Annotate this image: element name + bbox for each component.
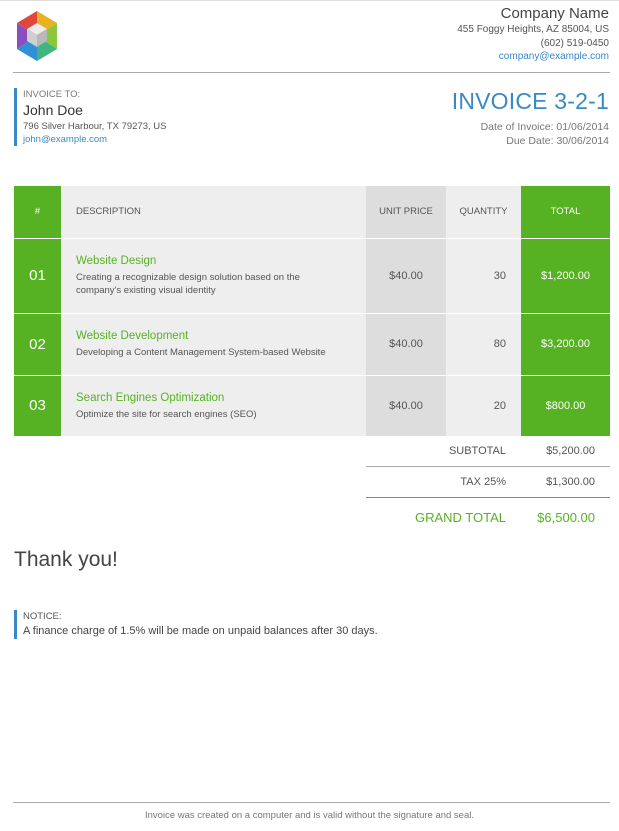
row-description: Website Development Developing a Content… xyxy=(61,312,366,375)
row-total: $1,200.00 xyxy=(521,237,610,313)
tax-row: TAX 25% $1,300.00 xyxy=(366,467,610,498)
thank-you-heading: Thank you! xyxy=(14,548,118,571)
tax-value: $1,300.00 xyxy=(546,476,595,488)
items-table: # DESCRIPTION UNIT PRICE QUANTITY TOTAL … xyxy=(14,186,610,436)
invoice-info: INVOICE 3-2-1 Date of Invoice: 01/06/201… xyxy=(452,86,609,148)
footer-divider xyxy=(13,802,610,803)
tax-label: TAX 25% xyxy=(460,476,506,488)
footer-note: Invoice was created on a computer and is… xyxy=(145,810,474,821)
client-email-link[interactable]: john@example.com xyxy=(23,133,166,146)
invoice-to-label: INVOICE TO: xyxy=(23,89,81,100)
row-number: 03 xyxy=(14,374,61,436)
item-title: Search Engines Optimization xyxy=(76,391,225,404)
invoice-due-date: Due Date: 30/06/2014 xyxy=(506,135,609,147)
company-phone: (602) 519-0450 xyxy=(540,37,609,49)
company-info: Company Name 455 Foggy Heights, AZ 85004… xyxy=(457,4,609,64)
grand-total-value: $6,500.00 xyxy=(537,510,595,525)
header-quantity: QUANTITY xyxy=(446,186,521,238)
notice-label: NOTICE: xyxy=(23,611,62,622)
row-number: 02 xyxy=(14,312,61,375)
header-description: DESCRIPTION xyxy=(61,186,366,238)
item-title: Website Design xyxy=(76,255,157,267)
company-email-link[interactable]: company@example.com xyxy=(457,50,609,64)
row-number: 01 xyxy=(14,237,61,313)
client-name: John Doe xyxy=(23,102,83,118)
header-unit-price: UNIT PRICE xyxy=(366,186,446,238)
row-unit-price: $40.00 xyxy=(366,312,446,375)
row-description: Website Design Creating a recognizable d… xyxy=(61,237,366,313)
header-total: TOTAL xyxy=(521,186,610,238)
item-title: Website Development xyxy=(76,330,189,342)
notice-text: A finance charge of 1.5% will be made on… xyxy=(23,625,378,637)
grand-total-row: GRAND TOTAL $6,500.00 xyxy=(366,498,610,534)
row-unit-price: $40.00 xyxy=(366,374,446,436)
top-border xyxy=(0,0,619,1)
invoice-id: INVOICE 3-2-1 xyxy=(451,88,609,114)
subtotal-row: SUBTOTAL $5,200.00 xyxy=(366,436,610,467)
notice-block: NOTICE: A finance charge of 1.5% will be… xyxy=(14,610,378,639)
subtotal-label: SUBTOTAL xyxy=(448,445,506,457)
header-divider xyxy=(13,72,610,73)
totals-block: SUBTOTAL $5,200.00 TAX 25% $1,300.00 GRA… xyxy=(366,436,610,534)
invoice-date: Date of Invoice: 01/06/2014 xyxy=(480,121,609,133)
header-no: # xyxy=(14,186,61,238)
item-description: Optimize the site for search engines (SE… xyxy=(76,408,257,420)
table-row: 01 Website Design Creating a recognizabl… xyxy=(14,237,610,313)
company-name: Company Name xyxy=(500,5,609,22)
table-row: 03 Search Engines Optimization Optimize … xyxy=(14,374,610,436)
client-address: 796 Silver Harbour, TX 79273, US xyxy=(23,121,167,132)
subtotal-value: $5,200.00 xyxy=(546,445,595,457)
row-description: Search Engines Optimization Optimize the… xyxy=(61,374,366,436)
invoice-to-block: INVOICE TO: John Doe 796 Silver Harbour,… xyxy=(14,88,166,146)
item-description: Developing a Content Management System-b… xyxy=(76,347,326,358)
table-row: 02 Website Development Developing a Cont… xyxy=(14,312,610,375)
row-unit-price: $40.00 xyxy=(366,237,446,313)
hexagon-cube-logo-icon xyxy=(17,11,57,61)
table-header-row: # DESCRIPTION UNIT PRICE QUANTITY TOTAL xyxy=(14,186,610,238)
row-total: $3,200.00 xyxy=(521,312,610,375)
grand-total-label: GRAND TOTAL xyxy=(414,510,506,525)
row-quantity: 80 xyxy=(446,312,521,375)
company-address: 455 Foggy Heights, AZ 85004, US xyxy=(457,24,609,35)
row-quantity: 30 xyxy=(446,237,521,313)
item-description: Creating a recognizable design solution … xyxy=(76,272,300,296)
row-total: $800.00 xyxy=(521,374,610,436)
row-quantity: 20 xyxy=(446,374,521,436)
